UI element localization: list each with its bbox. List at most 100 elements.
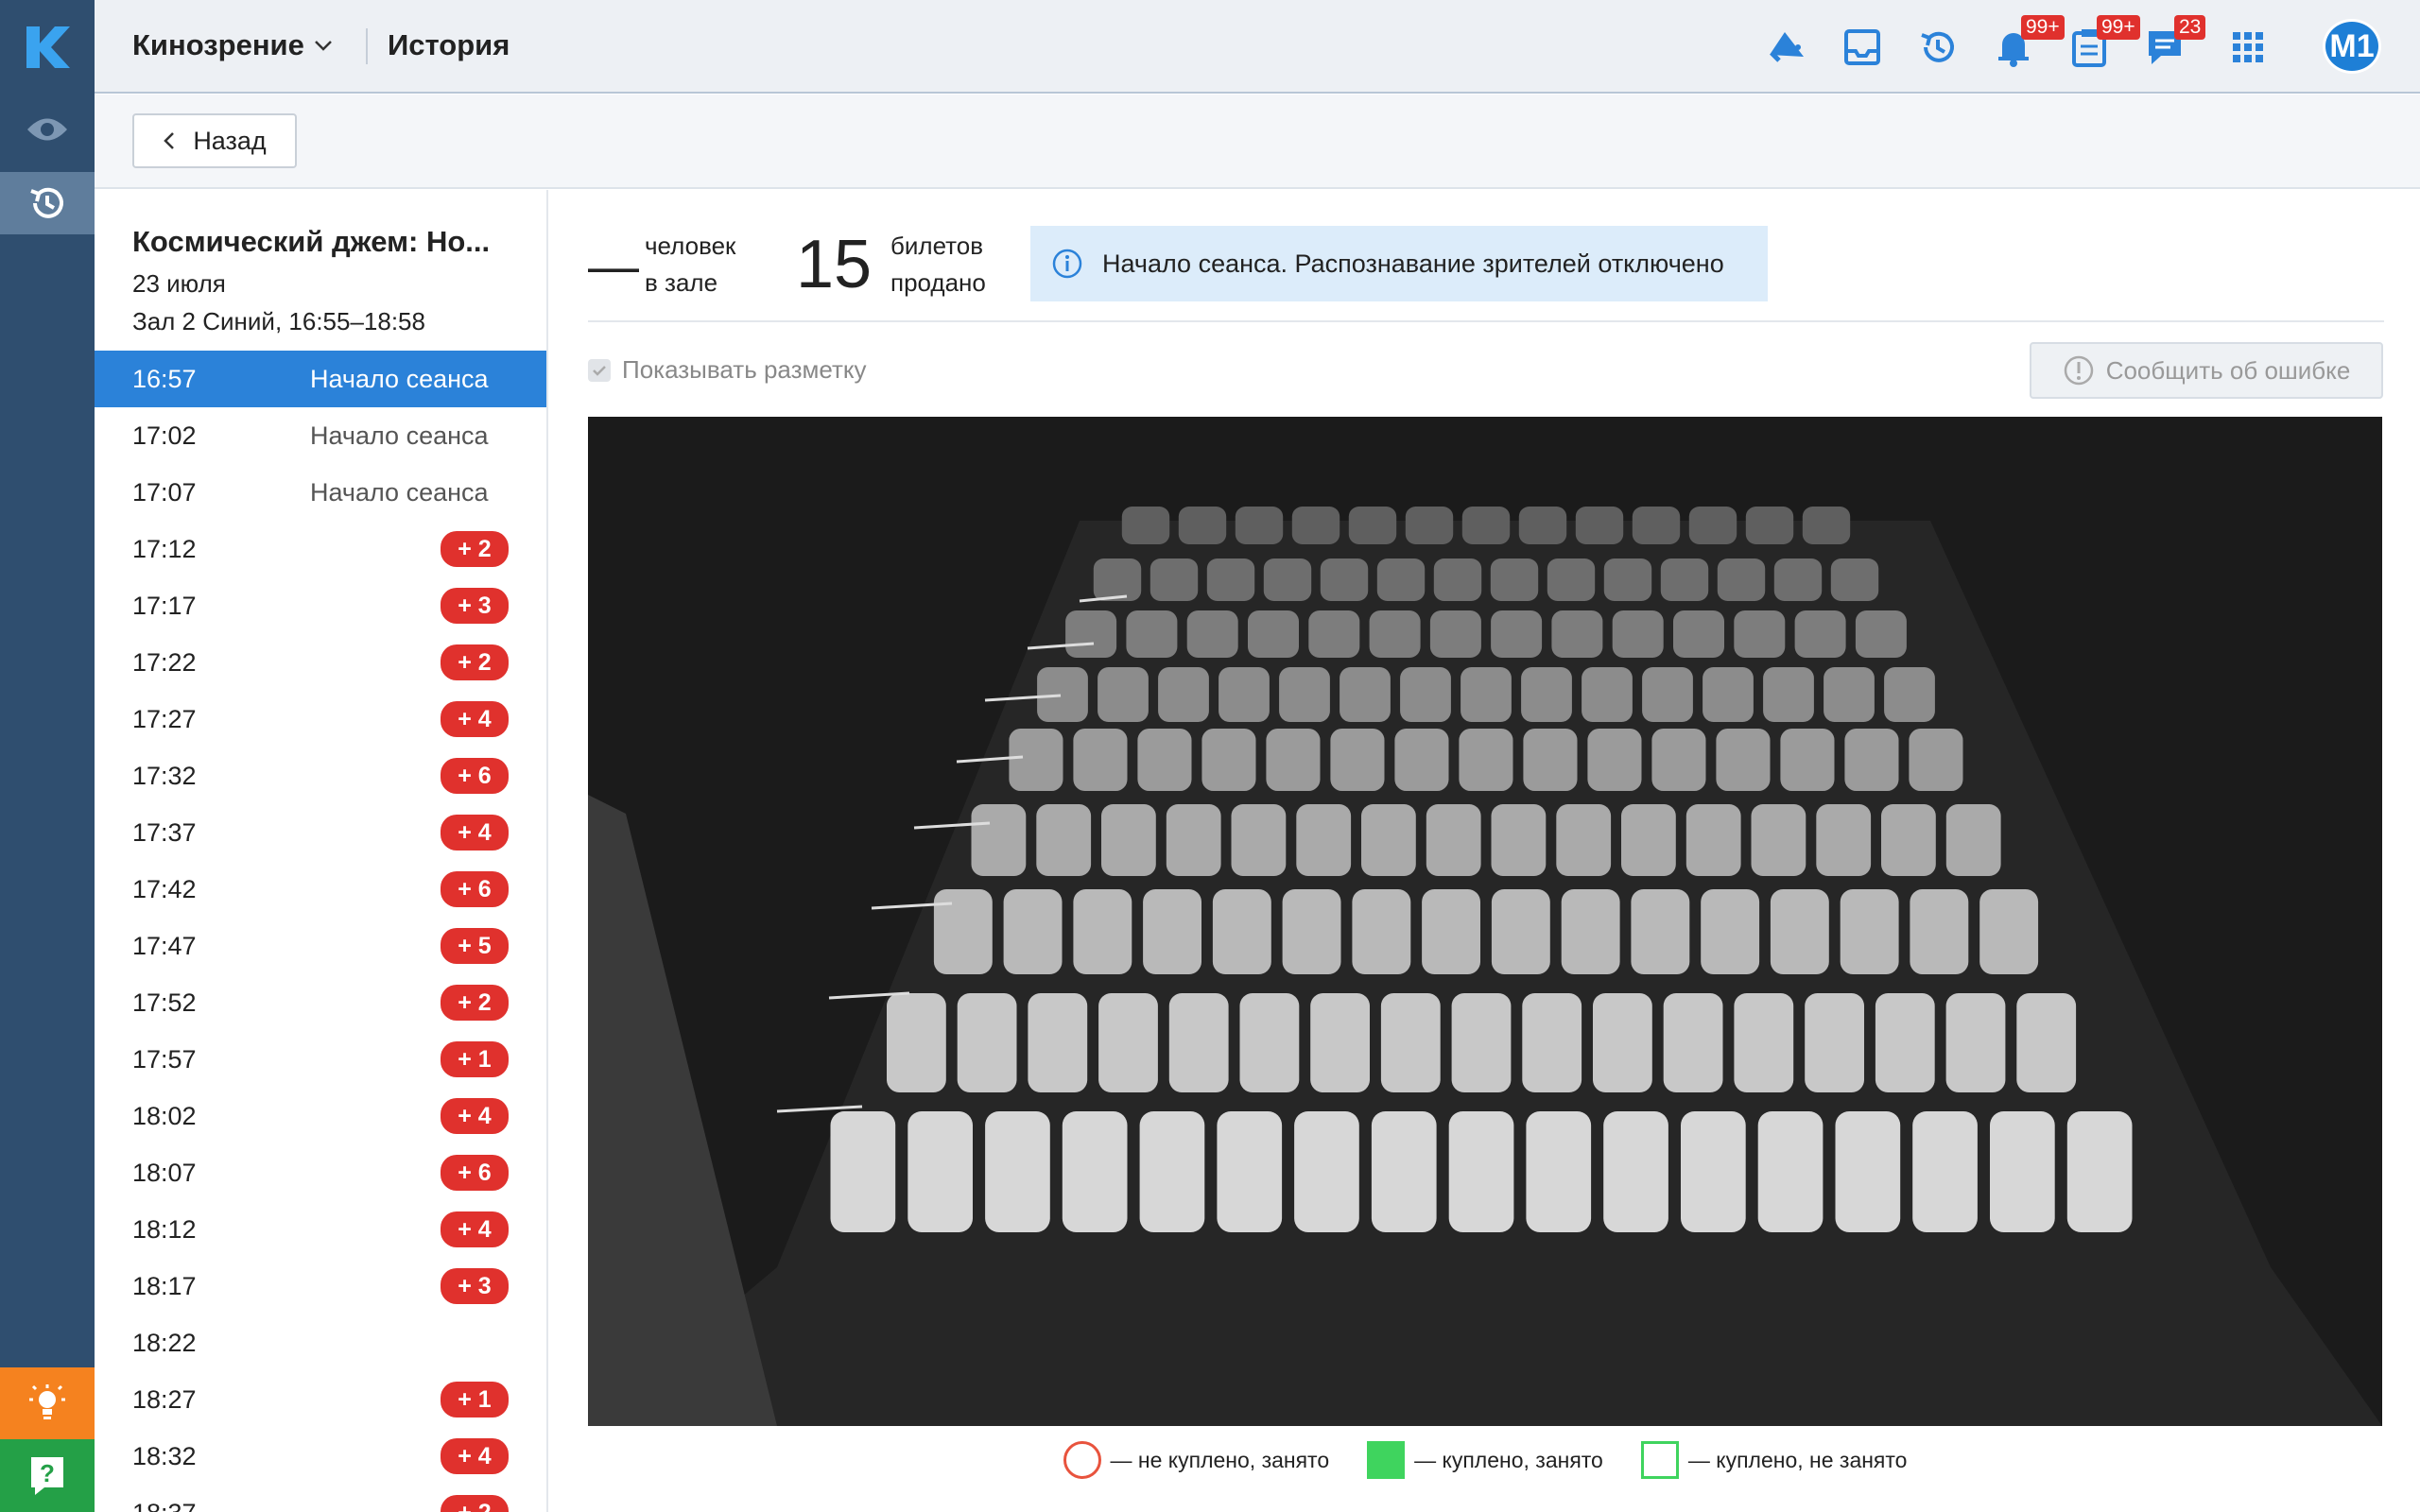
time-slot-time: 17:22: [132, 647, 197, 677]
megaphone-icon[interactable]: [1766, 26, 1807, 68]
apps-grid-icon[interactable]: [2227, 26, 2269, 68]
eye-icon[interactable]: [0, 101, 95, 158]
app-switcher[interactable]: Кинозрение: [132, 28, 333, 62]
seat: [1547, 558, 1596, 601]
time-slot-time: 17:07: [132, 477, 197, 507]
seat: [1093, 558, 1142, 601]
seat: [1990, 1111, 2055, 1232]
time-slot[interactable]: 16:57 Начало сеанса: [95, 351, 546, 407]
seat: [1426, 804, 1481, 876]
time-slot[interactable]: 17:47 + 5: [95, 918, 546, 974]
time-slot-badge: + 3: [441, 1268, 509, 1304]
sub-header: Назад: [95, 94, 2420, 189]
movie-date: 23 июля: [132, 269, 226, 298]
seat: [1603, 1111, 1668, 1232]
seat: [1835, 1111, 1901, 1232]
time-slot-time: 18:07: [132, 1158, 197, 1187]
seat: [1717, 558, 1766, 601]
history-header-icon[interactable]: [1917, 26, 1959, 68]
show-markup-checkbox[interactable]: [588, 358, 611, 382]
seat: [1881, 804, 1936, 876]
seat: [1461, 667, 1512, 722]
seat: [1143, 889, 1201, 974]
seat: [1037, 667, 1088, 722]
seat: [1884, 667, 1935, 722]
seat: [1979, 889, 2039, 974]
people-count: —: [588, 238, 639, 295]
seat: [1802, 507, 1851, 544]
time-slot[interactable]: 18:27 + 1: [95, 1371, 546, 1428]
time-slot-badge: + 1: [441, 1041, 509, 1077]
time-slot[interactable]: 17:17 + 3: [95, 577, 546, 634]
seat: [1551, 610, 1603, 658]
time-slot[interactable]: 17:32 + 6: [95, 747, 546, 804]
time-slot[interactable]: 18:02 + 4: [95, 1088, 546, 1144]
header-divider: [366, 28, 368, 64]
seat: [1844, 729, 1899, 791]
seat: [1139, 1111, 1205, 1232]
seat: [1685, 804, 1741, 876]
time-slot[interactable]: 18:07 + 6: [95, 1144, 546, 1201]
hall-camera-image: [588, 507, 2382, 1426]
time-slot[interactable]: 17:07 Начало сеанса: [95, 464, 546, 521]
show-markup-toggle[interactable]: Показывать разметку: [588, 355, 867, 385]
info-message: Начало сеанса. Распознавание зрителей от…: [1102, 249, 1724, 278]
seat: [1291, 507, 1340, 544]
seat: [1310, 993, 1370, 1092]
seat: [1340, 667, 1391, 722]
time-slot[interactable]: 17:57 + 1: [95, 1031, 546, 1088]
time-slot[interactable]: 17:27 + 4: [95, 691, 546, 747]
people-label: человек в зале: [645, 228, 735, 301]
seat: [1523, 729, 1578, 791]
time-slot[interactable]: 17:22 + 2: [95, 634, 546, 691]
seat: [1521, 667, 1572, 722]
seat: [1009, 729, 1063, 791]
time-slot-time: 17:57: [132, 1044, 197, 1074]
inbox-icon[interactable]: [1841, 26, 1883, 68]
time-slot-time: 18:12: [132, 1214, 197, 1244]
seat: [1518, 507, 1567, 544]
time-slot[interactable]: 18:37 + 2: [95, 1485, 546, 1512]
legend-bought-free-label: — куплено, не занято: [1687, 1447, 1908, 1472]
seat: [1137, 729, 1192, 791]
seat: [1491, 804, 1547, 876]
history-icon[interactable]: [0, 172, 95, 234]
report-error-button[interactable]: Сообщить об ошибке: [2030, 342, 2383, 399]
time-slot[interactable]: 17:37 + 4: [95, 804, 546, 861]
seat: [1330, 729, 1385, 791]
time-slot[interactable]: 17:12 + 2: [95, 521, 546, 577]
help-icon[interactable]: ?: [0, 1439, 95, 1512]
time-slot[interactable]: 18:32 + 4: [95, 1428, 546, 1485]
seat: [1461, 507, 1511, 544]
seat: [1673, 610, 1724, 658]
seat: [1816, 804, 1872, 876]
time-slot[interactable]: 18:12 + 4: [95, 1201, 546, 1258]
seat: [1773, 558, 1823, 601]
user-avatar[interactable]: M1: [2323, 19, 2381, 74]
time-slot[interactable]: 17:42 + 6: [95, 861, 546, 918]
seat: [1003, 889, 1063, 974]
back-button[interactable]: Назад: [132, 113, 297, 168]
seat: [1266, 729, 1321, 791]
seat: [1734, 993, 1794, 1092]
kinozrenie-logo-icon[interactable]: [0, 0, 95, 94]
time-slot[interactable]: 18:17 + 3: [95, 1258, 546, 1314]
top-header: Кинозрение История 99+ 99+ 23 M1: [95, 0, 2420, 94]
time-slot[interactable]: 18:22: [95, 1314, 546, 1371]
time-slot[interactable]: 17:02 Начало сеанса: [95, 407, 546, 464]
seat: [1910, 889, 1969, 974]
seat: [1405, 507, 1454, 544]
seat: [1376, 558, 1426, 601]
check-icon: [593, 365, 606, 376]
time-slot-badge: + 4: [441, 1211, 509, 1247]
seat: [1158, 667, 1209, 722]
seat: [1688, 507, 1737, 544]
lightbulb-icon[interactable]: [0, 1367, 95, 1439]
hall-camera-view: [588, 417, 2382, 1426]
time-slot[interactable]: 17:52 + 2: [95, 974, 546, 1031]
seat: [1459, 729, 1513, 791]
seat: [1248, 610, 1299, 658]
seat: [1575, 507, 1624, 544]
people-label-line1: человек: [645, 232, 736, 260]
seat: [1371, 1111, 1437, 1232]
